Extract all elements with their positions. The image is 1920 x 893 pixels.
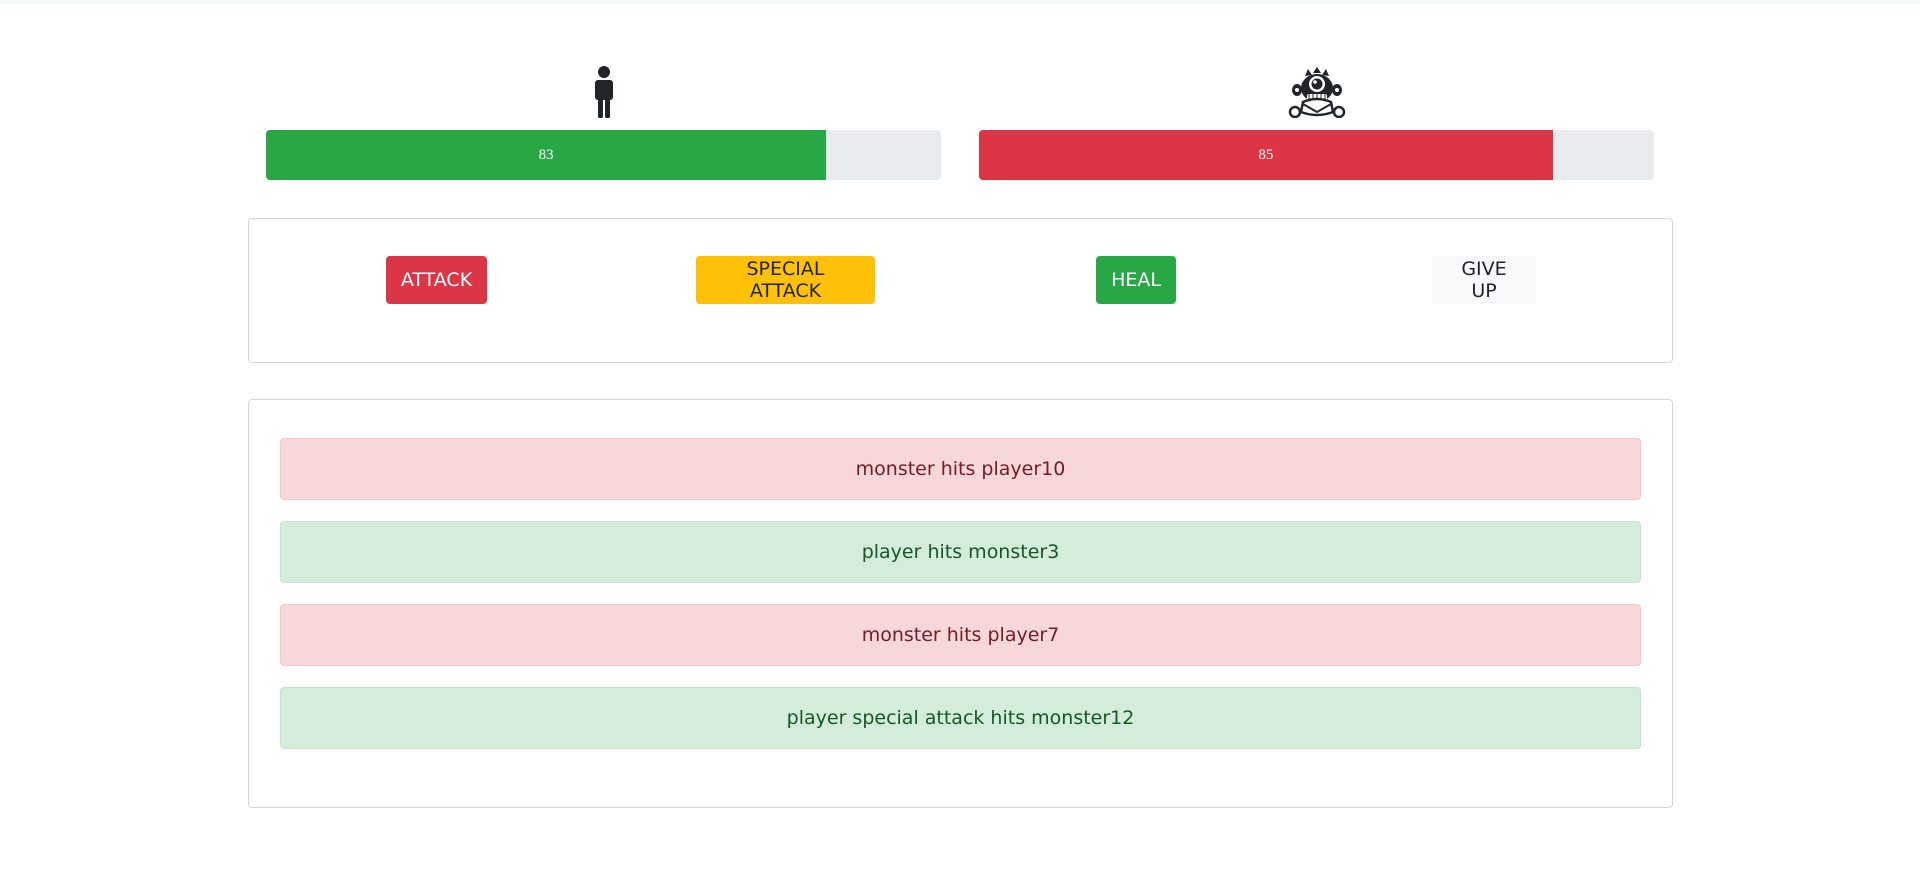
monster-avatar	[979, 66, 1654, 118]
controls-panel: ATTACK SPECIAL ATTACK HEAL GIVE UP	[248, 218, 1673, 363]
health-stats-row: 83 85	[248, 60, 1673, 180]
monster-icon	[1288, 67, 1345, 118]
monster-health-fill: 85	[979, 130, 1553, 180]
attack-button[interactable]: ATTACK	[386, 256, 487, 304]
log-entry: monster hits player7	[280, 604, 1641, 666]
give-up-button[interactable]: GIVE UP	[1432, 256, 1536, 304]
monster-health-value: 85	[1258, 146, 1274, 163]
log-entry: player special attack hits monster12	[280, 687, 1641, 749]
monster-health-bar: 85	[979, 130, 1654, 180]
special-attack-button[interactable]: SPECIAL ATTACK	[696, 256, 875, 304]
person-icon	[594, 66, 613, 118]
battle-log-list: monster hits player10 player hits monste…	[280, 438, 1641, 770]
player-health-value: 83	[538, 146, 554, 163]
top-strip	[0, 0, 1920, 4]
log-entry: monster hits player10	[280, 438, 1641, 500]
battle-log-panel: monster hits player10 player hits monste…	[248, 399, 1673, 808]
player-health-bar: 83	[266, 130, 941, 180]
heal-button[interactable]: HEAL	[1096, 256, 1176, 304]
player-avatar	[266, 66, 941, 118]
log-entry: player hits monster3	[280, 521, 1641, 583]
player-health-fill: 83	[266, 130, 827, 180]
